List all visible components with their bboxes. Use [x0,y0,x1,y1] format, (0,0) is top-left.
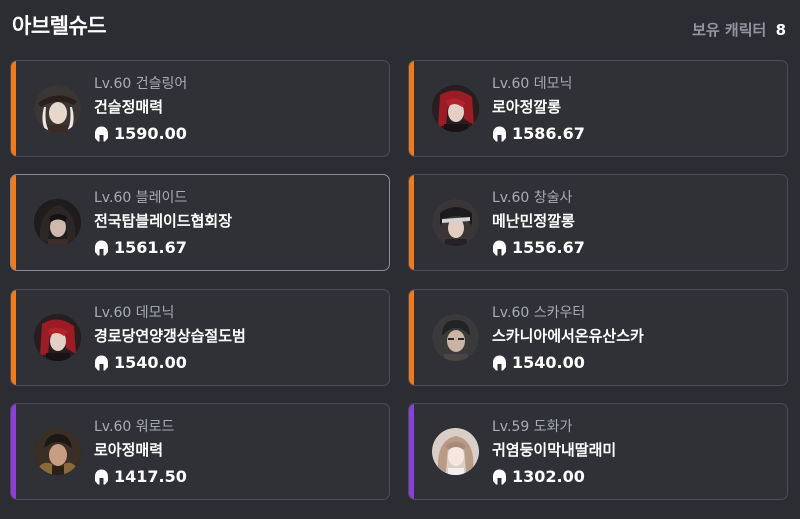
character-name: 귀염둥이막내딸래미 [492,441,617,459]
demonic-portrait-icon [432,85,479,132]
character-level-class: Lv.60 건슬링어 [94,76,188,92]
item-level-value: 1556.67 [512,238,585,257]
character-avatar [34,314,81,361]
item-level-value: 1586.67 [512,124,585,143]
character-name: 경로당연양갱상습절도범 [94,327,246,345]
server-name: 아브렐슈드 [12,14,107,38]
item-level: 1586.67 [492,124,585,143]
item-level-value: 1590.00 [114,124,187,143]
item-level-value: 1540.00 [114,353,187,372]
character-card[interactable]: Lv.60 스카우터 스카니아에서온유산스카 1540.00 [408,289,788,386]
item-level: 1302.00 [492,467,585,486]
character-level-class: Lv.59 도화가 [492,419,573,435]
character-card[interactable]: Lv.60 데모닉 로아정깔롱 1586.67 [408,60,788,157]
character-count-label: 보유 캐릭터 [692,21,767,39]
character-name: 건슬정매력 [94,98,164,116]
blade-portrait-icon [34,199,81,246]
character-avatar [34,199,81,246]
item-level: 1561.67 [94,238,187,257]
character-card[interactable]: Lv.60 창술사 메난민정깔롱 1556.67 [408,174,788,271]
warlord-portrait-icon [34,428,81,475]
card-accent-bar [409,290,414,385]
character-card[interactable]: Lv.60 데모닉 경로당연양갱상습절도범 1540.00 [10,289,390,386]
character-level-class: Lv.60 블레이드 [94,190,188,206]
character-avatar [34,428,81,475]
character-level-class: Lv.60 스카우터 [492,305,586,321]
character-card[interactable]: Lv.59 도화가 귀염둥이막내딸래미 1302.00 [408,403,788,500]
item-level: 1417.50 [94,467,187,486]
card-accent-bar [11,404,16,499]
character-name: 전국탑블레이드협회장 [94,212,233,230]
item-level-value: 1417.50 [114,467,187,486]
helmet-icon [492,126,507,142]
artist-portrait-icon [432,428,479,475]
card-accent-bar [11,61,16,156]
card-accent-bar [11,175,16,270]
character-level-class: Lv.60 창술사 [492,190,573,206]
item-level: 1540.00 [94,353,187,372]
card-accent-bar [11,290,16,385]
gunslinger-portrait-icon [34,85,81,132]
helmet-icon [492,240,507,256]
helmet-icon [492,469,507,485]
item-level-value: 1302.00 [512,467,585,486]
character-name: 로아정깔롱 [492,98,562,116]
character-card[interactable]: Lv.60 블레이드 전국탑블레이드협회장 1561.67 [10,174,390,271]
character-avatar [432,85,479,132]
helmet-icon [94,240,109,256]
card-accent-bar [409,404,414,499]
scouter-portrait-icon [432,314,479,361]
lancemaster-portrait-icon [432,199,479,246]
character-avatar [432,314,479,361]
character-level-class: Lv.60 데모닉 [94,305,175,321]
header: 아브렐슈드 보유 캐릭터 8 [0,0,800,52]
character-card[interactable]: Lv.60 건슬링어 건슬정매력 1590.00 [10,60,390,157]
character-name: 메난민정깔롱 [492,212,575,230]
character-name: 스카니아에서온유산스카 [492,327,644,345]
character-avatar [34,85,81,132]
character-level-class: Lv.60 워로드 [94,419,175,435]
helmet-icon [94,126,109,142]
item-level: 1590.00 [94,124,187,143]
helmet-icon [94,469,109,485]
item-level: 1556.67 [492,238,585,257]
card-accent-bar [409,175,414,270]
item-level-value: 1540.00 [512,353,585,372]
character-avatar [432,199,479,246]
character-card[interactable]: Lv.60 워로드 로아정매력 1417.50 [10,403,390,500]
item-level: 1540.00 [492,353,585,372]
demonic-portrait-icon [34,314,81,361]
helmet-icon [94,355,109,371]
character-avatar [432,428,479,475]
character-name: 로아정매력 [94,441,164,459]
character-level-class: Lv.60 데모닉 [492,76,573,92]
character-count-value: 8 [775,21,786,39]
card-accent-bar [409,61,414,156]
helmet-icon [492,355,507,371]
character-count: 보유 캐릭터 8 [692,19,786,40]
item-level-value: 1561.67 [114,238,187,257]
